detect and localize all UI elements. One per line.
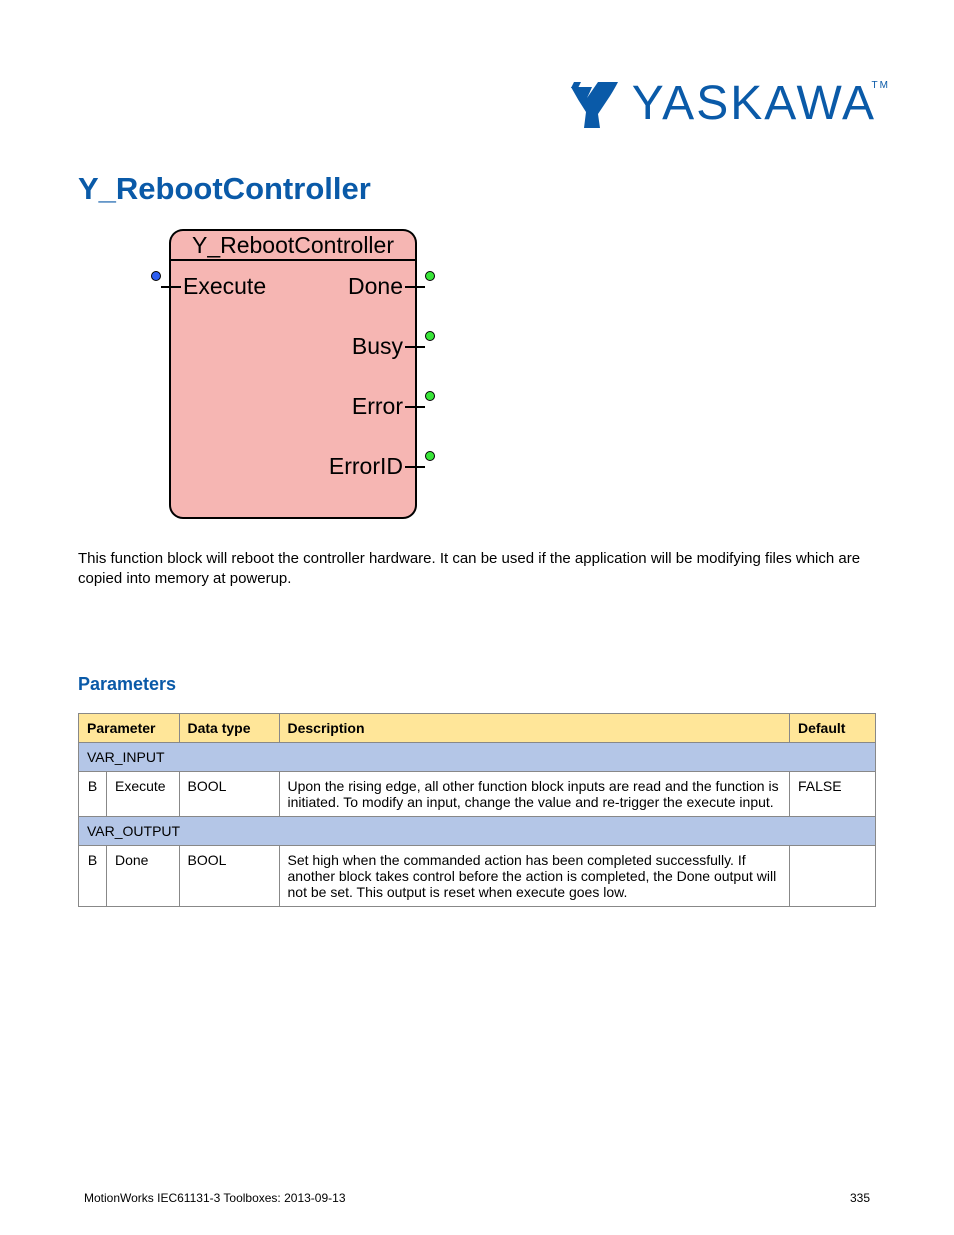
col-datatype: Data type bbox=[179, 713, 279, 742]
group-var-input: VAR_INPUT bbox=[79, 742, 876, 771]
col-description: Description bbox=[279, 713, 790, 742]
input-dot-icon bbox=[151, 271, 161, 281]
logo-text: YASKAWA TM bbox=[632, 76, 876, 131]
cell-param: Execute bbox=[107, 771, 180, 816]
page-footer: MotionWorks IEC61131-3 Toolboxes: 2013-0… bbox=[0, 1191, 954, 1205]
pin-icon bbox=[405, 406, 425, 408]
fb-output-busy: Busy bbox=[352, 335, 403, 358]
parameters-table: Parameter Data type Description Default … bbox=[78, 713, 876, 907]
fb-output-done: Done bbox=[348, 275, 403, 298]
port-label: Execute bbox=[183, 275, 266, 298]
table-header-row: Parameter Data type Description Default bbox=[79, 713, 876, 742]
cell-def bbox=[790, 845, 876, 906]
cell-param: Done bbox=[107, 845, 180, 906]
pin-icon bbox=[405, 346, 425, 348]
group-var-output: VAR_OUTPUT bbox=[79, 816, 876, 845]
yaskawa-mark-icon bbox=[568, 78, 624, 130]
output-dot-icon bbox=[425, 391, 435, 401]
pin-icon bbox=[405, 286, 425, 288]
footer-page-number: 335 bbox=[850, 1191, 870, 1205]
cell-col: B bbox=[79, 771, 107, 816]
col-default: Default bbox=[790, 713, 876, 742]
port-label: Done bbox=[348, 275, 403, 298]
cell-type: BOOL bbox=[179, 845, 279, 906]
fb-name: Y_RebootController bbox=[169, 229, 417, 259]
table-row: B Execute BOOL Upon the rising edge, all… bbox=[79, 771, 876, 816]
section-parameters: Parameters bbox=[78, 674, 876, 695]
trademark: TM bbox=[872, 80, 890, 91]
table-row: B Done BOOL Set high when the commanded … bbox=[79, 845, 876, 906]
fb-input-execute: Execute bbox=[183, 275, 266, 298]
cell-type: BOOL bbox=[179, 771, 279, 816]
fb-output-errorid: ErrorID bbox=[329, 455, 403, 478]
port-label: ErrorID bbox=[329, 455, 403, 478]
group-label: VAR_INPUT bbox=[79, 742, 876, 771]
output-dot-icon bbox=[425, 451, 435, 461]
footer-left: MotionWorks IEC61131-3 Toolboxes: 2013-0… bbox=[84, 1191, 346, 1205]
cell-def: FALSE bbox=[790, 771, 876, 816]
port-label: Error bbox=[352, 395, 403, 418]
port-label: Busy bbox=[352, 335, 403, 358]
description-paragraph: This function block will reboot the cont… bbox=[78, 549, 876, 590]
brand-logo: YASKAWA TM bbox=[78, 76, 876, 131]
output-dot-icon bbox=[425, 271, 435, 281]
cell-desc: Set high when the commanded action has b… bbox=[279, 845, 790, 906]
pin-icon bbox=[405, 466, 425, 468]
page-title: Y_RebootController bbox=[78, 171, 876, 207]
fb-output-error: Error bbox=[352, 395, 403, 418]
fb-body: Execute Done Busy Error ErrorID bbox=[169, 259, 417, 519]
cell-desc: Upon the rising edge, all other function… bbox=[279, 771, 790, 816]
col-parameter: Parameter bbox=[79, 713, 180, 742]
function-block-diagram: Y_RebootController Execute Done Busy Err… bbox=[140, 229, 446, 519]
output-dot-icon bbox=[425, 331, 435, 341]
pin-icon bbox=[161, 286, 181, 288]
cell-col: B bbox=[79, 845, 107, 906]
group-label: VAR_OUTPUT bbox=[79, 816, 876, 845]
